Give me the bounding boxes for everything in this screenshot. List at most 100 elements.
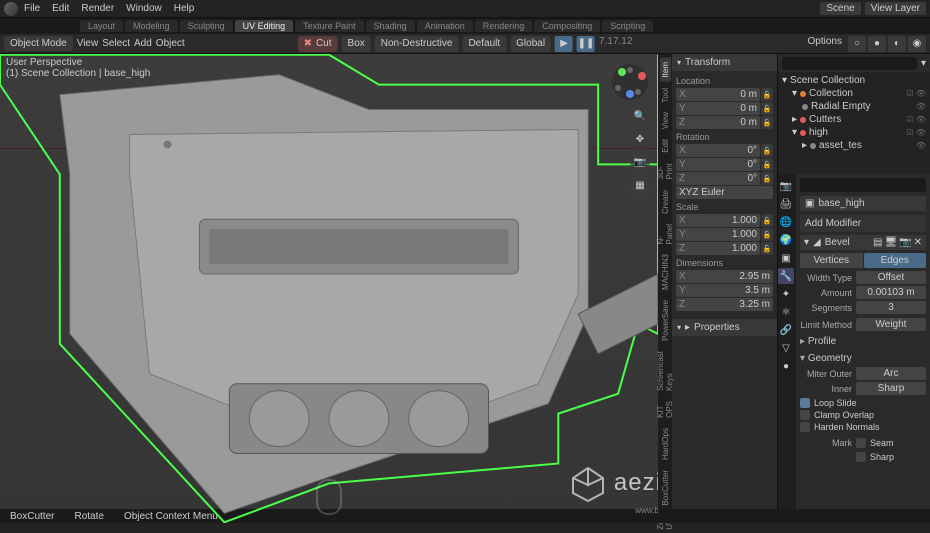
width-type[interactable]: Offset [856,271,926,284]
ptab-particle-icon[interactable]: ✦ [778,286,794,302]
ptab-modifier-icon[interactable]: 🔧 [778,268,794,284]
out-collection[interactable]: ▾Collection☑ 👁 [782,87,926,100]
out-root[interactable]: ▾Scene Collection [782,74,926,87]
prop-object-name[interactable]: ▣ base_high [800,196,926,211]
loc-x[interactable]: X0 m [676,88,760,101]
menu-file[interactable]: File [18,3,46,14]
scale-z[interactable]: Z1.000 [676,242,760,255]
ws-shading[interactable]: Shading [366,20,415,32]
ws-compositing[interactable]: Compositing [534,20,600,32]
lock-icon[interactable]: 🔓 [761,172,773,185]
tab-screencast[interactable]: Screencast Keys [655,347,675,395]
ptab-scene-icon[interactable]: 🌐 [778,214,794,230]
shading-matcap-icon[interactable]: ◐ [888,36,906,52]
tab-boxcutter[interactable]: BoxCutter [660,466,671,510]
tab-item[interactable]: Item [660,58,671,82]
mod-close-icon[interactable]: ✕ [914,237,922,248]
ptab-material-icon[interactable]: ● [778,358,794,374]
miter-inner[interactable]: Sharp [856,382,926,395]
lock-icon[interactable]: 🔓 [761,116,773,129]
lock-icon[interactable]: 🔓 [761,88,773,101]
move-icon[interactable]: ✥ [630,129,650,149]
ws-layout[interactable]: Layout [80,20,123,32]
pause-icon[interactable]: ❚❚ [577,36,595,52]
ws-rendering[interactable]: Rendering [475,20,533,32]
shading-wire-icon[interactable]: ○ [848,36,866,52]
geometry-section[interactable]: ▾ Geometry [800,350,926,367]
shading-render-icon[interactable]: ◉ [908,36,926,52]
dim-x[interactable]: X2.95 m [676,270,773,283]
tab-hardops[interactable]: HardOps [660,424,671,464]
tb-select[interactable]: Select [102,38,130,49]
rot-x[interactable]: X0° [676,144,760,157]
bevel-edges[interactable]: Edges [864,253,927,268]
play-icon[interactable]: ▶ [555,36,573,52]
tab-powersave[interactable]: PowerSave [660,296,671,345]
tb-global[interactable]: Global [516,38,545,49]
profile-section[interactable]: ▸ Profile [800,333,926,350]
ws-sculpting[interactable]: Sculpting [180,20,233,32]
ws-uvediting[interactable]: UV Editing [235,20,294,32]
ptab-mesh-icon[interactable]: ▽ [778,340,794,356]
ptab-physics-icon[interactable]: ⚛ [778,304,794,320]
menu-help[interactable]: Help [168,3,201,14]
limit-method[interactable]: Weight [856,318,926,331]
tab-create[interactable]: Create [660,186,671,218]
ws-modeling[interactable]: Modeling [125,20,178,32]
lock-icon[interactable]: 🔓 [761,242,773,255]
lock-icon[interactable]: 🔓 [761,214,773,227]
viewport-3d[interactable]: User Perspective (1) Scene Collection | … [0,54,658,523]
rot-y[interactable]: Y0° [676,158,760,171]
tb-add[interactable]: Add [134,38,152,49]
tb-box[interactable]: Box [348,38,365,49]
tab-npanel[interactable]: N-Panel [655,220,675,248]
lock-icon[interactable]: 🔓 [761,102,773,115]
prop-search[interactable] [800,178,926,192]
ws-texturepaint[interactable]: Texture Paint [295,20,364,32]
tb-cut[interactable]: Cut [316,38,332,49]
zoom-icon[interactable]: 🔍 [630,106,650,126]
ptab-world-icon[interactable]: 🌍 [778,232,794,248]
mode-dropdown[interactable]: Object Mode [4,36,73,51]
out-high[interactable]: ▾high☑ 👁 [782,126,926,139]
scale-y[interactable]: Y1.000 [676,228,760,241]
menu-edit[interactable]: Edit [46,3,75,14]
dim-y[interactable]: Y3.5 m [676,284,773,297]
tab-kitops[interactable]: KIT OPS [655,397,675,422]
menu-render[interactable]: Render [75,3,120,14]
filter-icon[interactable]: ▾ [921,58,926,69]
bevel-modifier-header[interactable]: ▾◢Bevel ▤🖥📷✕ [800,235,926,250]
out-asset[interactable]: ▸asset_tes👁 [782,139,926,152]
tab-edit[interactable]: Edit [660,135,671,157]
out-radial[interactable]: Radial Empty👁 [782,100,926,113]
ptab-output-icon[interactable]: 🖨 [778,196,794,212]
lock-icon[interactable]: 🔓 [761,228,773,241]
bevel-amount[interactable]: 0.00103 m [856,286,926,299]
chk-clamp[interactable]: Clamp Overlap [800,409,926,421]
miter-outer[interactable]: Arc [856,367,926,380]
lock-icon[interactable]: 🔓 [761,144,773,157]
ws-animation[interactable]: Animation [417,20,473,32]
transform-header[interactable]: Transform [672,54,777,71]
tb-view[interactable]: View [77,38,99,49]
loc-y[interactable]: Y0 m [676,102,760,115]
out-cutters[interactable]: ▸Cutters☑ 👁 [782,113,926,126]
scene-field[interactable]: Scene [820,2,860,15]
scale-x[interactable]: X1.000 [676,214,760,227]
tab-view[interactable]: View [660,108,671,133]
rot-mode[interactable]: XYZ Euler [676,186,773,199]
chk-loopslide[interactable]: Loop Slide [800,397,926,409]
properties-header[interactable]: ▸ Properties [672,319,777,336]
menu-window[interactable]: Window [120,3,168,14]
mod-edit-icon[interactable]: ▤ [873,237,882,248]
ptab-object-icon[interactable]: ▣ [778,250,794,266]
tab-3dprint[interactable]: 3D-Print [655,159,675,183]
ptab-render-icon[interactable]: 📷 [778,178,794,194]
persp-icon[interactable]: ▦ [630,175,650,195]
camera-icon[interactable]: 📷 [630,152,650,172]
bevel-segments[interactable]: 3 [856,301,926,314]
shading-solid-icon[interactable]: ● [868,36,886,52]
add-modifier-button[interactable]: Add Modifier [800,215,926,232]
tab-machin3[interactable]: MACHIN3 [660,250,671,294]
ptab-constraint-icon[interactable]: 🔗 [778,322,794,338]
